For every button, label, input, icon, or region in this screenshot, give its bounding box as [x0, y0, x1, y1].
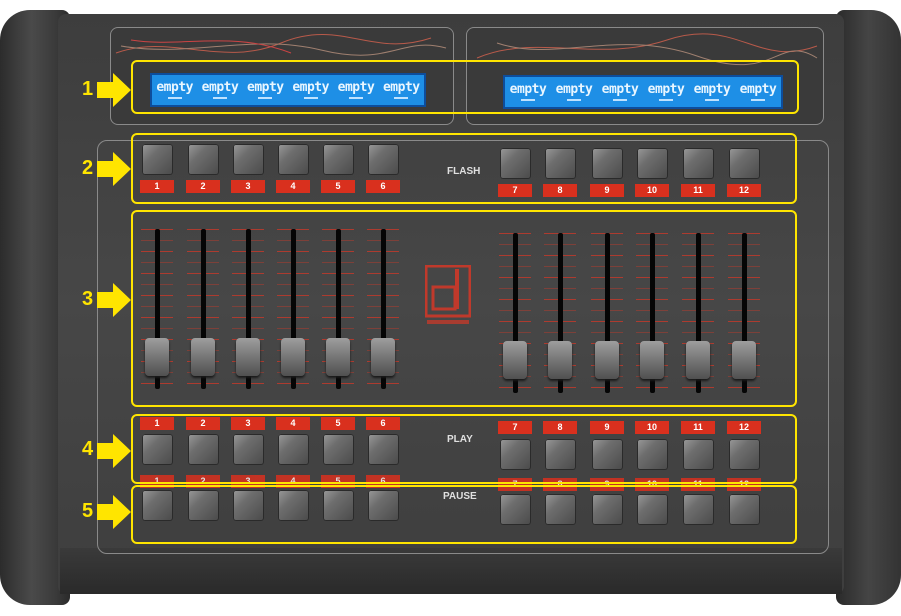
arrow-right-icon [97, 434, 131, 468]
console-base [60, 548, 842, 594]
callout-number: 5 [82, 500, 94, 522]
lighting-console-photo: empty empty empty empty empty empty empt… [0, 0, 901, 616]
highlight-box-play [131, 414, 797, 484]
highlight-box-faders [131, 210, 797, 407]
arrow-right-icon [97, 152, 131, 186]
arrow-right-icon [97, 283, 131, 317]
callout-number: 4 [82, 438, 94, 460]
callout-number: 2 [82, 157, 94, 179]
highlight-box-flash [131, 133, 797, 204]
highlight-box-pause [131, 485, 797, 544]
right-end-cap [836, 10, 901, 605]
highlight-box-displays [131, 60, 799, 114]
callout-number: 3 [82, 288, 94, 310]
callout-number: 1 [82, 78, 94, 100]
arrow-right-icon [97, 73, 131, 107]
arrow-right-icon [97, 495, 131, 529]
